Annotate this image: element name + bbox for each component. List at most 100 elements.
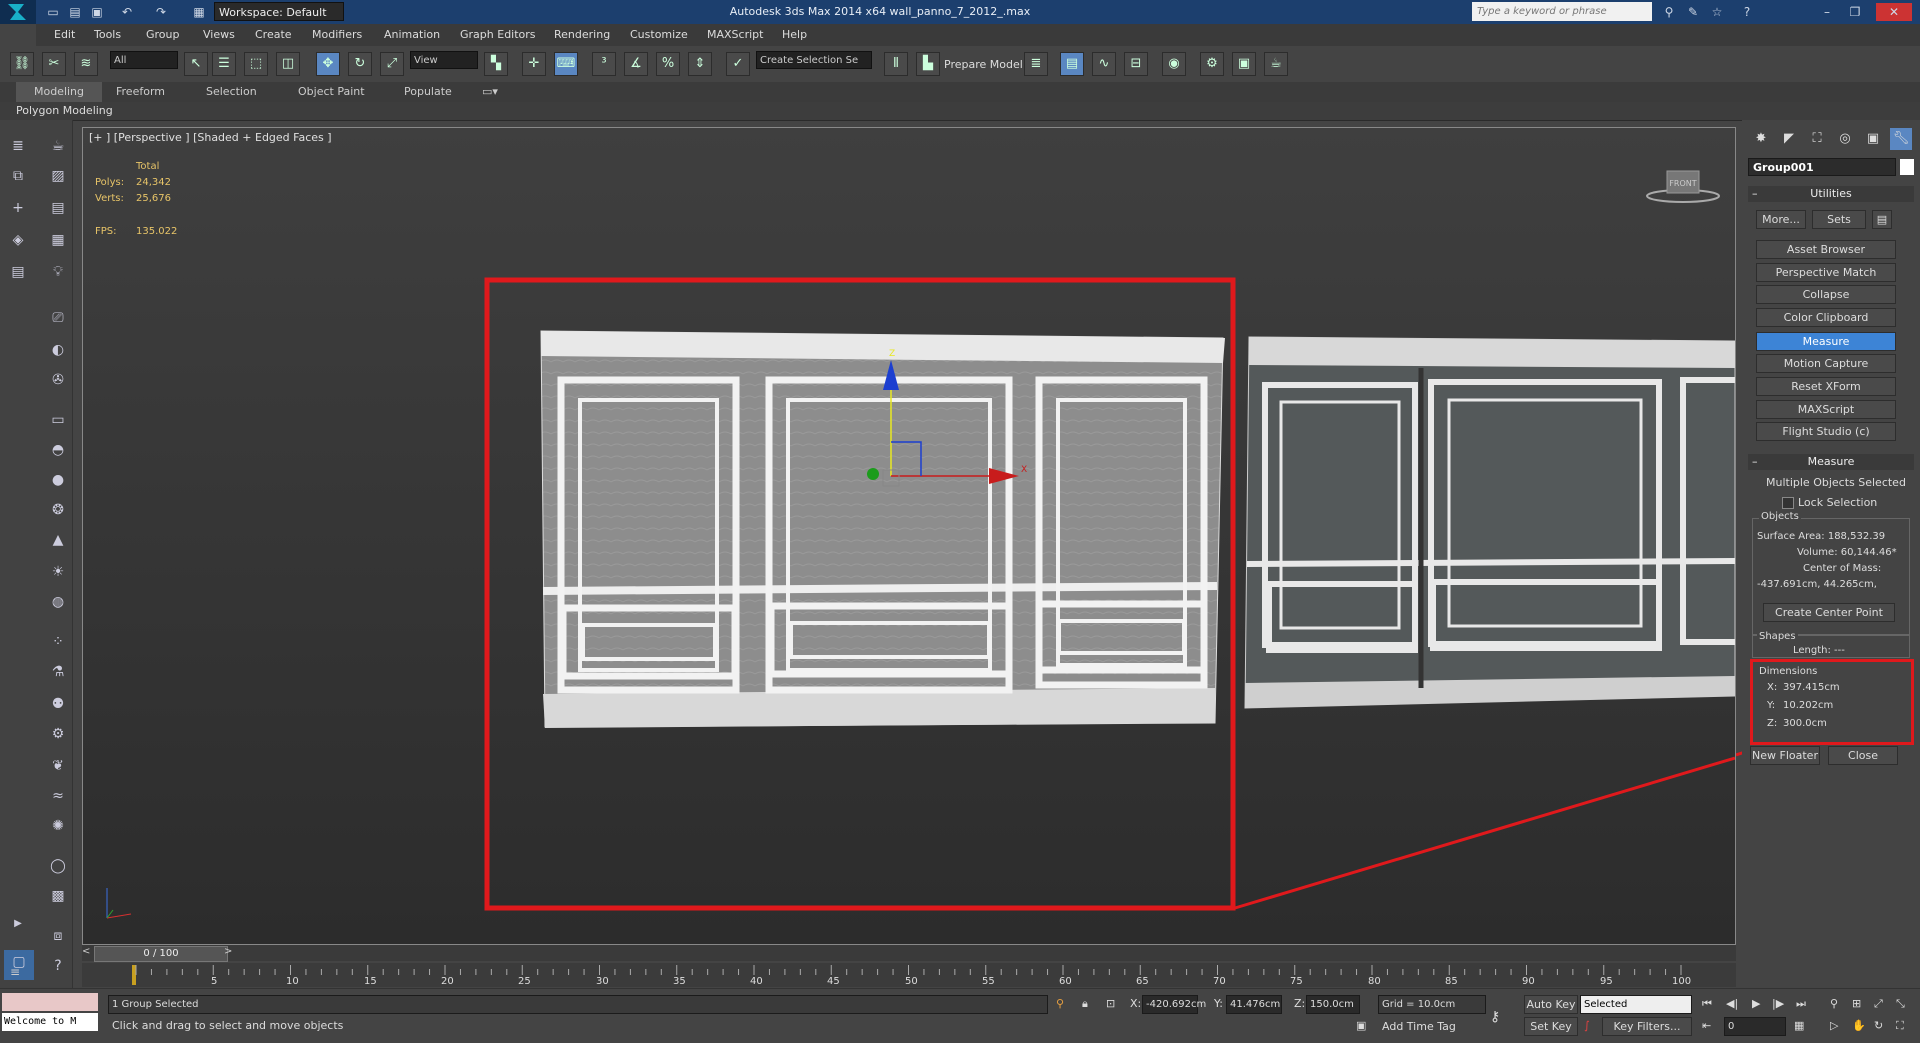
- select-highlight-icon[interactable]: ◈: [4, 228, 32, 252]
- zoom-extents-icon[interactable]: ⤢: [1874, 997, 1883, 1011]
- go-to-start-icon[interactable]: ⏮: [1702, 997, 1712, 1011]
- move-icon[interactable]: ✥: [316, 52, 340, 76]
- time-slider-handle[interactable]: 0 / 100: [94, 946, 228, 962]
- save-file-icon[interactable]: ▣: [88, 3, 106, 21]
- wall-panel-secondary[interactable]: [1244, 336, 1735, 709]
- utility-maxscript[interactable]: MAXScript: [1756, 400, 1896, 419]
- ref-coord-dropdown[interactable]: View: [410, 51, 478, 69]
- y-coordinate-field[interactable]: 41.476cm: [1226, 995, 1282, 1014]
- keyboard-shortcut-override-icon[interactable]: ⌨: [554, 52, 578, 76]
- biped-icon[interactable]: ⚉: [44, 692, 72, 716]
- percent-snap-icon[interactable]: %: [656, 52, 680, 76]
- help-circle-icon[interactable]: ?: [44, 954, 72, 978]
- previous-frame-icon[interactable]: ◀|: [1726, 997, 1738, 1010]
- align-icon[interactable]: ▙: [916, 52, 940, 76]
- menu-views[interactable]: Views: [203, 24, 235, 46]
- lock-selection-checkbox[interactable]: [1782, 497, 1794, 509]
- time-tag-icon[interactable]: ▣: [1356, 1019, 1366, 1032]
- project-folder-icon[interactable]: ▦: [190, 3, 208, 21]
- render-setup-icon[interactable]: ⚙: [1200, 52, 1224, 76]
- rect-selection-icon[interactable]: ⬚: [244, 52, 268, 76]
- link-icon[interactable]: ⛓: [10, 52, 34, 76]
- snaps-toggle-icon[interactable]: ³: [592, 52, 616, 76]
- layer-settings-icon[interactable]: ▤: [4, 260, 32, 284]
- sphere-material-icon[interactable]: ◯: [44, 854, 72, 878]
- document-icon[interactable]: ▤: [44, 196, 72, 220]
- rendered-frame-icon[interactable]: ▣: [1232, 52, 1256, 76]
- scale-icon[interactable]: ⤢: [380, 52, 404, 76]
- x-coordinate-field[interactable]: -420.692cm: [1142, 995, 1206, 1014]
- restore-icon[interactable]: ❐: [1846, 3, 1864, 21]
- sphere-icon[interactable]: ●: [44, 468, 72, 492]
- menu-maxscript[interactable]: MAXScript: [707, 24, 763, 46]
- time-slider[interactable]: < 0 / 100 >: [82, 945, 1736, 962]
- menu-edit[interactable]: Edit: [54, 24, 75, 46]
- audio-icon[interactable]: ◐: [44, 338, 72, 362]
- configure-sets-icon[interactable]: ▤: [1872, 210, 1892, 229]
- utility-motion-capture[interactable]: Motion Capture: [1756, 354, 1896, 373]
- light-bulb-icon[interactable]: 💡︎: [44, 260, 72, 284]
- close-button[interactable]: Close: [1828, 746, 1898, 765]
- plane-icon[interactable]: ▭: [44, 408, 72, 432]
- utility-color-clipboard[interactable]: Color Clipboard: [1756, 308, 1896, 327]
- scene-canvas[interactable]: Z X: [83, 128, 1735, 944]
- create-center-point-button[interactable]: Create Center Point: [1763, 603, 1895, 622]
- hierarchy-tab-icon[interactable]: ⛶: [1806, 128, 1828, 150]
- table-icon[interactable]: ▦: [44, 228, 72, 252]
- menu-group[interactable]: Group: [146, 24, 180, 46]
- isolate-icon[interactable]: ⚲: [1056, 997, 1064, 1010]
- utility-flight-studio[interactable]: Flight Studio (c): [1756, 422, 1896, 441]
- key-tangent-icon[interactable]: ∫: [1584, 1019, 1590, 1032]
- track-bar[interactable]: ≡ 5 10 15 20 25 30 35 40 45 50 55 60 65 …: [10, 963, 1736, 987]
- expand-arrow-icon[interactable]: ▶: [4, 912, 32, 936]
- gear-icon[interactable]: ⚙: [44, 722, 72, 746]
- sun-icon[interactable]: ☀: [44, 560, 72, 584]
- unlink-icon[interactable]: ✂: [42, 52, 66, 76]
- bind-space-warp-icon[interactable]: ≋: [74, 52, 98, 76]
- render-icon[interactable]: ✇: [44, 368, 72, 392]
- play-icon[interactable]: ▶: [1752, 997, 1760, 1010]
- app-logo-icon[interactable]: [0, 0, 36, 24]
- camera-icon[interactable]: ⎚: [44, 306, 72, 330]
- menu-tools[interactable]: Tools: [94, 24, 121, 46]
- tab-selection[interactable]: Selection: [206, 82, 257, 102]
- measure-rollout-header[interactable]: – Measure: [1748, 454, 1914, 470]
- object-name-field[interactable]: Group001: [1748, 158, 1896, 176]
- material-editor-icon[interactable]: ◉: [1162, 52, 1186, 76]
- scene-explorer-icon[interactable]: ▤: [1060, 52, 1084, 76]
- render-teapot-icon[interactable]: ☕: [1264, 52, 1288, 76]
- cone-icon[interactable]: ▲: [44, 528, 72, 552]
- tab-object-paint[interactable]: Object Paint: [298, 82, 365, 102]
- add-time-tag[interactable]: Add Time Tag: [1382, 1020, 1456, 1033]
- set-key-mode-icon[interactable]: ⚷: [1490, 1009, 1500, 1025]
- tab-modeling[interactable]: Modeling: [16, 82, 102, 102]
- pan-hand-icon[interactable]: ✋: [1852, 1019, 1866, 1032]
- rotate-icon[interactable]: ↻: [348, 52, 372, 76]
- new-file-icon[interactable]: ▭: [44, 3, 62, 21]
- next-frame-icon[interactable]: |▶: [1772, 997, 1784, 1010]
- close-window-icon[interactable]: ✕: [1876, 3, 1912, 21]
- schematic-view-icon[interactable]: ⊟: [1124, 52, 1148, 76]
- menu-create[interactable]: Create: [255, 24, 292, 46]
- tools-icon[interactable]: ✎: [1684, 3, 1702, 21]
- angle-snap-icon[interactable]: ∡: [624, 52, 648, 76]
- current-frame-field[interactable]: 0: [1724, 1017, 1786, 1036]
- key-mode-toggle-icon[interactable]: ⇤: [1702, 1019, 1711, 1032]
- absolute-mode-icon[interactable]: ⊡: [1106, 997, 1115, 1010]
- zoom-icon[interactable]: ⚲: [1830, 997, 1838, 1010]
- menu-animation[interactable]: Animation: [384, 24, 440, 46]
- zoom-all-icon[interactable]: ⊞: [1852, 997, 1861, 1010]
- orbit-icon[interactable]: ↻: [1874, 1019, 1883, 1032]
- create-tab-icon[interactable]: ✸: [1750, 128, 1772, 150]
- maxscript-listener-pink[interactable]: [2, 993, 98, 1011]
- sets-button[interactable]: Sets: [1812, 210, 1866, 229]
- cloth-icon[interactable]: ✺: [44, 814, 72, 838]
- menu-modifiers[interactable]: Modifiers: [312, 24, 362, 46]
- select-by-name-icon[interactable]: ☰: [212, 52, 236, 76]
- archive-icon[interactable]: ⧈: [44, 924, 72, 948]
- edit-named-selection-icon[interactable]: ✓: [726, 52, 750, 76]
- maxscript-listener-white[interactable]: Welcome to M: [2, 1013, 98, 1031]
- go-to-end-icon[interactable]: ⏭: [1796, 997, 1806, 1011]
- mini-curve-editor-icon[interactable]: ≡: [10, 965, 20, 979]
- hemisphere-icon[interactable]: ◓: [44, 438, 72, 462]
